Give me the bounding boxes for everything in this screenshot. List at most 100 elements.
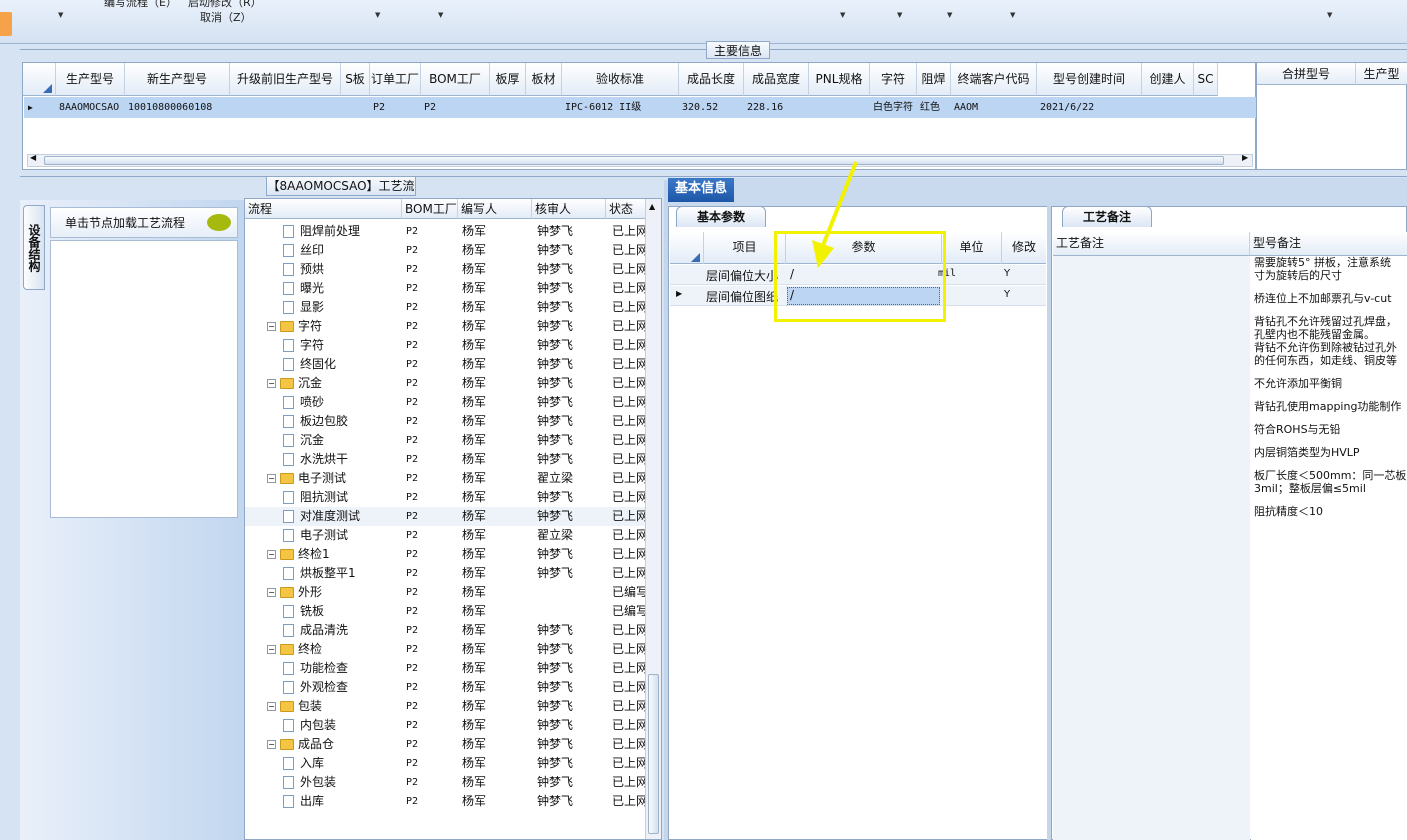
row-cell[interactable]: P2 xyxy=(421,97,490,118)
row-cell[interactable]: 228.16 xyxy=(744,97,809,118)
tree-node[interactable]: 显影 P2 杨军 钟梦飞 已上网 xyxy=(245,298,649,317)
dropdown-arrow-icon[interactable]: ▼ xyxy=(947,11,952,19)
dropdown-arrow-icon[interactable]: ▼ xyxy=(375,11,380,19)
vertical-splitter[interactable] xyxy=(1047,206,1051,840)
tree-node[interactable]: 铣板 P2 杨军 已编写 xyxy=(245,602,649,621)
tree-node[interactable]: 电子测试 P2 杨军 翟立梁 已上网 xyxy=(245,526,649,545)
row-cell[interactable]: 红色 xyxy=(917,97,951,118)
tree-node[interactable]: 沉金 P2 杨军 钟梦飞 已上网 xyxy=(245,431,649,450)
tree-node[interactable]: − 沉金 P2 杨军 钟梦飞 已上网 xyxy=(245,374,649,393)
collapse-icon[interactable]: − xyxy=(267,379,276,388)
dropdown-arrow-icon[interactable]: ▼ xyxy=(1327,11,1332,19)
tree-node[interactable]: − 字符 P2 杨军 钟梦飞 已上网 xyxy=(245,317,649,336)
col-header[interactable]: 终端客户代码 xyxy=(951,63,1037,96)
process-notes-tab[interactable]: 工艺备注 xyxy=(1062,206,1152,227)
equipment-tree[interactable] xyxy=(50,240,238,518)
row-cell[interactable]: 320.52 xyxy=(679,97,744,118)
tree-node[interactable]: 预烘 P2 杨军 钟梦飞 已上网 xyxy=(245,260,649,279)
row-cell[interactable] xyxy=(809,97,870,118)
col-header[interactable]: 成品长度 xyxy=(679,63,744,96)
col-header[interactable]: PNL规格 xyxy=(809,63,870,96)
col-reviewer[interactable]: 核审人 xyxy=(532,199,606,219)
col-header[interactable]: 阻焊 xyxy=(917,63,951,96)
tree-node[interactable]: 水洗烘干 P2 杨军 钟梦飞 已上网 xyxy=(245,450,649,469)
tree-node[interactable]: 终固化 P2 杨军 钟梦飞 已上网 xyxy=(245,355,649,374)
collapse-icon[interactable]: − xyxy=(267,588,276,597)
col-header[interactable]: BOM工厂 xyxy=(421,63,490,96)
scrollbar-thumb[interactable] xyxy=(44,156,1224,165)
scroll-right-icon[interactable]: ▶ xyxy=(1242,153,1248,162)
dropdown-arrow-icon[interactable]: ▼ xyxy=(58,11,63,19)
process-note-cell[interactable] xyxy=(1053,256,1250,840)
tree-node[interactable]: 喷砂 P2 杨军 钟梦飞 已上网 xyxy=(245,393,649,412)
row-cell[interactable] xyxy=(1194,97,1218,118)
row-cell[interactable]: 白色字符 xyxy=(870,97,917,118)
col-header[interactable]: 升级前旧生产型号 xyxy=(230,63,341,96)
collapse-icon[interactable]: − xyxy=(267,645,276,654)
col-header[interactable]: 验收标准 xyxy=(562,63,679,96)
merge-col-header[interactable]: 合拼型号 xyxy=(1257,63,1356,85)
tree-node[interactable]: 阻抗测试 P2 杨军 钟梦飞 已上网 xyxy=(245,488,649,507)
dropdown-arrow-icon[interactable]: ▼ xyxy=(897,11,902,19)
tree-node[interactable]: − 终检1 P2 杨军 钟梦飞 已上网 xyxy=(245,545,649,564)
cancel-button[interactable]: 取消（Z） xyxy=(200,9,252,25)
equipment-structure-tab[interactable]: 设备结构 xyxy=(23,205,45,290)
tree-node[interactable]: 功能检查 P2 杨军 钟梦飞 已上网 xyxy=(245,659,649,678)
col-model-note[interactable]: 型号备注 xyxy=(1250,232,1407,256)
col-header[interactable]: 订单工厂 xyxy=(370,63,421,96)
dropdown-arrow-icon[interactable]: ▼ xyxy=(1010,11,1015,19)
tree-node[interactable]: 丝印 P2 杨军 钟梦飞 已上网 xyxy=(245,241,649,260)
horizontal-scrollbar[interactable]: ◀ ▶ xyxy=(27,153,1253,167)
scroll-up-icon[interactable]: ▲ xyxy=(649,202,655,211)
tree-node[interactable]: 外包装 P2 杨军 钟梦飞 已上网 xyxy=(245,773,649,792)
col-header[interactable]: 创建人 xyxy=(1142,63,1194,96)
tree-node[interactable]: − 电子测试 P2 杨军 翟立梁 已上网 xyxy=(245,469,649,488)
scroll-left-icon[interactable]: ◀ xyxy=(30,153,36,162)
tree-node[interactable]: 字符 P2 杨军 钟梦飞 已上网 xyxy=(245,336,649,355)
row-cell[interactable] xyxy=(1142,97,1194,118)
col-header[interactable]: 板材 xyxy=(526,63,562,96)
tree-node[interactable]: 板边包胶 P2 杨军 钟梦飞 已上网 xyxy=(245,412,649,431)
col-process-note[interactable]: 工艺备注 xyxy=(1053,232,1250,256)
row-cell[interactable] xyxy=(230,97,341,118)
tree-node[interactable]: 曝光 P2 杨军 钟梦飞 已上网 xyxy=(245,279,649,298)
dropdown-arrow-icon[interactable]: ▼ xyxy=(438,11,443,19)
row-cell[interactable]: IPC-6012 II级 xyxy=(562,97,679,118)
col-header[interactable]: 成品宽度 xyxy=(744,63,809,96)
process-flow-tree[interactable]: 流程 BOM工厂 编写人 核审人 状态 阻焊前处理 P2 杨军 钟梦飞 已上网 丝印 P2 杨… xyxy=(244,198,662,840)
tree-node[interactable]: 外观检查 P2 杨军 钟梦飞 已上网 xyxy=(245,678,649,697)
row-cell[interactable]: 2021/6/22 xyxy=(1037,97,1142,118)
row-cell[interactable] xyxy=(526,97,562,118)
col-header[interactable]: 新生产型号 xyxy=(125,63,230,96)
edit-flow-button[interactable]: 编写流程（E） xyxy=(104,0,177,10)
row-cell[interactable] xyxy=(341,97,370,118)
tree-node[interactable]: − 终检 P2 杨军 钟梦飞 已上网 xyxy=(245,640,649,659)
collapse-icon[interactable]: − xyxy=(267,702,276,711)
collapse-icon[interactable]: − xyxy=(267,322,276,331)
row-cell[interactable]: AAOM xyxy=(951,97,1037,118)
tree-node[interactable]: − 外形 P2 杨军 已编写 xyxy=(245,583,649,602)
scrollbar-thumb[interactable] xyxy=(648,674,659,834)
col-bom-factory[interactable]: BOM工厂 xyxy=(402,199,458,219)
col-header[interactable]: SC xyxy=(1194,63,1218,96)
vertical-scrollbar[interactable]: ▲ xyxy=(645,199,661,839)
production-col-header[interactable]: 生产型 xyxy=(1356,63,1407,85)
tree-node[interactable]: 内包装 P2 杨军 钟梦飞 已上网 xyxy=(245,716,649,735)
tree-node[interactable]: − 成品仓 P2 杨军 钟梦飞 已上网 xyxy=(245,735,649,754)
tree-node[interactable]: 对准度测试 P2 杨军 钟梦飞 已上网 xyxy=(245,507,649,526)
col-header[interactable]: S板 xyxy=(341,63,370,96)
col-status[interactable]: 状态 xyxy=(606,199,649,219)
row-cell[interactable]: P2 xyxy=(370,97,421,118)
col-header[interactable]: 型号创建时间 xyxy=(1037,63,1142,96)
col-header[interactable]: 字符 xyxy=(870,63,917,96)
basic-info-tab[interactable]: 基本信息 xyxy=(668,178,734,202)
col-writer[interactable]: 编写人 xyxy=(458,199,532,219)
row-cell[interactable] xyxy=(490,97,526,118)
col-header[interactable]: 生产型号 xyxy=(56,63,125,96)
collapse-icon[interactable]: − xyxy=(267,550,276,559)
tree-node[interactable]: 出库 P2 杨军 钟梦飞 已上网 xyxy=(245,792,649,811)
tree-node[interactable]: 阻焊前处理 P2 杨军 钟梦飞 已上网 xyxy=(245,222,649,241)
model-notes[interactable]: 需要旋转5° 拼板，注意系统 寸为旋转后的尺寸 桥连位上不加邮票孔与v-cut 背钻… xyxy=(1251,256,1407,840)
tree-node[interactable]: 成品清洗 P2 杨军 钟梦飞 已上网 xyxy=(245,621,649,640)
vertical-splitter[interactable] xyxy=(664,180,668,840)
